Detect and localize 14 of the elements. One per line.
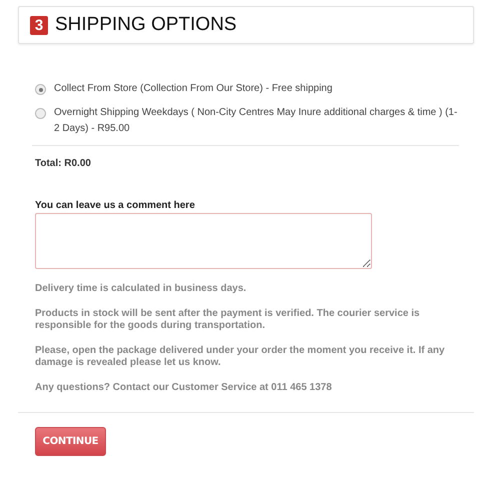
- comment-field[interactable]: [35, 213, 372, 269]
- info-text: Products in stock will be sent after the payment is verified. The courier service is responsible for the goods during transportation.: [35, 308, 421, 332]
- option-label[interactable]: Collect From Store (Collection From Our Store) - Free shipping: [54, 81, 332, 97]
- radio-button[interactable]: [35, 108, 46, 119]
- option-label[interactable]: Overnight Shipping Weekdays ( Non-City Centres May Inure additional charges & time ) (1-2 Days) - R95.00: [54, 105, 460, 137]
- comment-label: You can leave us a comment here: [35, 200, 196, 211]
- continue-button[interactable]: CONTINUE: [35, 427, 106, 456]
- info-text: Please, open the package delivered under your order the moment you receive it. If any damage is revealed please let us know.: [35, 345, 446, 369]
- step-number: 3: [30, 16, 48, 34]
- info-text: Delivery time is calculated in business days.: [35, 283, 248, 295]
- info-text: Any questions? Contact our Customer Service at 011 465 1378: [35, 382, 333, 394]
- radio-button[interactable]: [35, 84, 46, 95]
- total-text: Total: R0.00: [35, 158, 92, 169]
- section-title: SHIPPING OPTIONS: [55, 14, 237, 36]
